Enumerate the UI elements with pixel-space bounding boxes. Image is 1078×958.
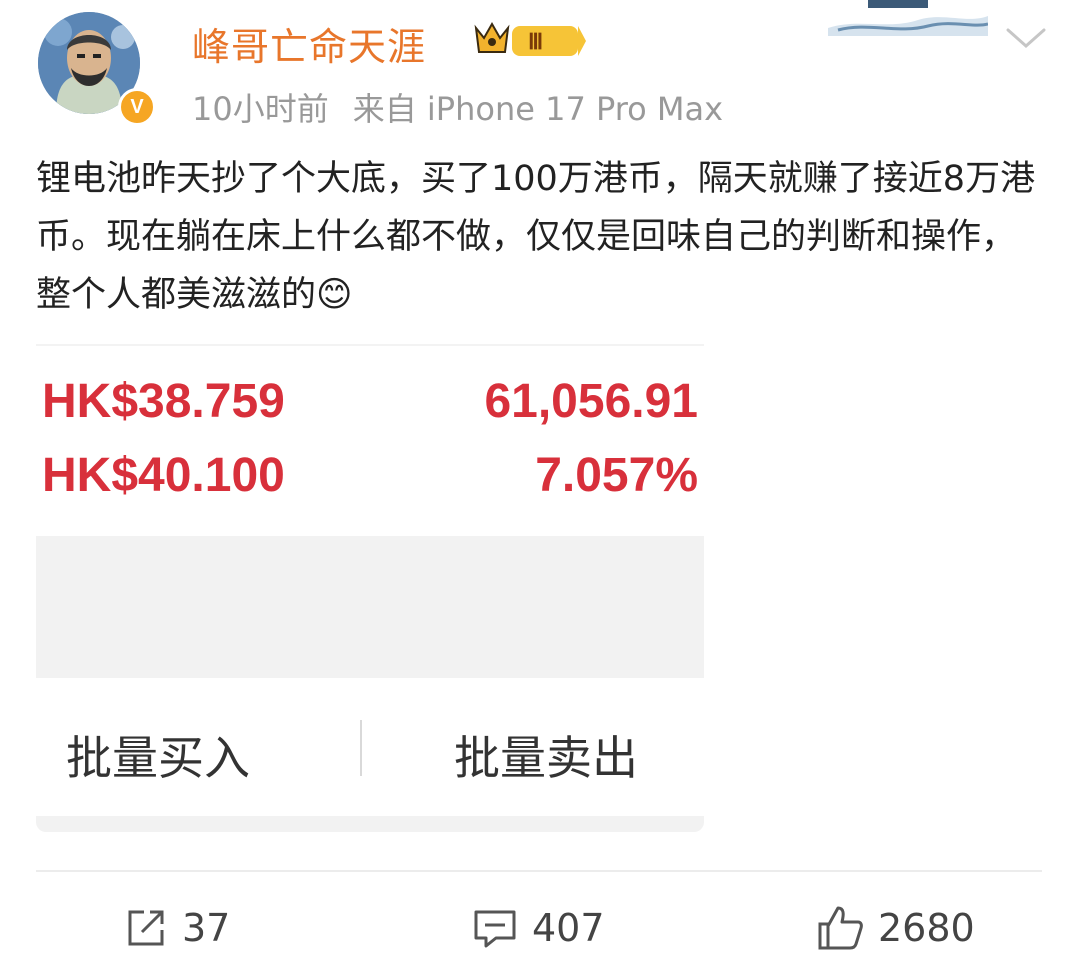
trade-card: HK$38.759 61,056.91 HK$40.100 7.057% 批量买…: [36, 344, 704, 832]
comment-icon: [474, 910, 516, 948]
comment-button[interactable]: 407: [472, 900, 605, 956]
verified-mark: V: [130, 95, 144, 118]
card-bottom-edge: [36, 816, 704, 832]
price-1: HK$38.759: [42, 375, 285, 428]
repost-icon: [128, 910, 164, 946]
price-2: HK$40.100: [42, 449, 285, 502]
post-meta: 10小时前 来自 iPhone 17 Pro Max: [192, 84, 723, 130]
like-button[interactable]: 2680: [816, 900, 975, 956]
card-divider: [36, 344, 704, 346]
card-blank-area: [36, 536, 704, 678]
repost-count: 37: [182, 906, 231, 950]
value-1: 61,056.91: [484, 375, 698, 428]
post-time: 10小时前: [192, 90, 329, 128]
repost-button[interactable]: 37: [124, 900, 230, 956]
button-divider: [360, 720, 362, 776]
batch-sell-button[interactable]: 批量卖出: [454, 722, 638, 788]
decorative-banner: [828, 0, 989, 36]
vip-level: Ⅲ: [528, 29, 543, 54]
value-2: 7.057%: [535, 449, 698, 502]
action-bar-divider: [36, 870, 1042, 872]
crown-vip-icon[interactable]: Ⅲ: [470, 18, 588, 64]
like-count: 2680: [878, 906, 975, 950]
batch-buy-button[interactable]: 批量买入: [66, 722, 250, 788]
comment-count: 407: [532, 906, 605, 950]
chevron-down-icon[interactable]: [1004, 24, 1048, 52]
username[interactable]: 峰哥亡命天涯: [192, 16, 426, 71]
verified-badge-icon: V: [118, 88, 156, 126]
like-icon: [818, 906, 863, 950]
post-text: 锂电池昨天抄了个大底，买了100万港币，隔天就赚了接近8万港币。现在躺在床上什么…: [36, 159, 1036, 315]
post-source: 来自 iPhone 17 Pro Max: [352, 90, 724, 128]
